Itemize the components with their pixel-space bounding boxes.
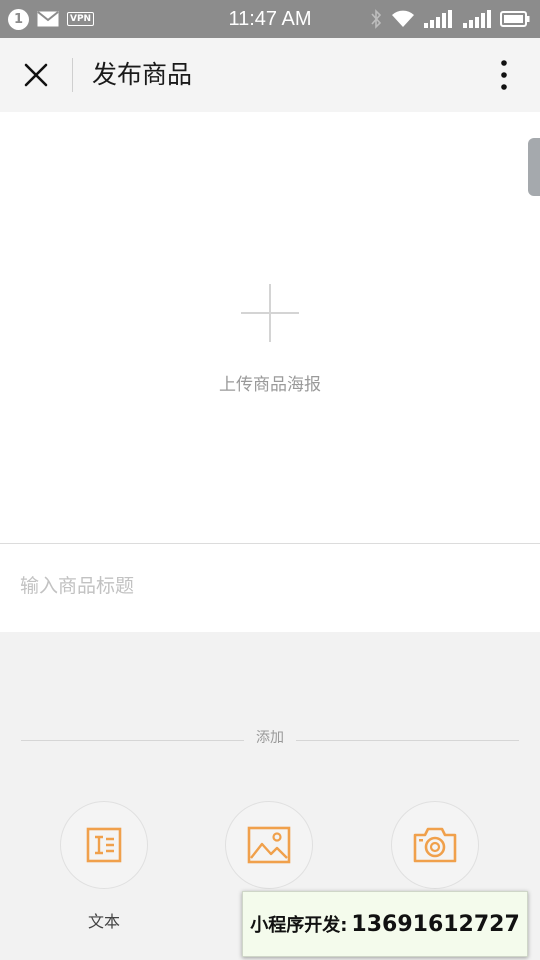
add-text-button[interactable]: [60, 801, 148, 889]
more-options-button[interactable]: [486, 56, 522, 94]
nav-bar: 发布商品: [0, 38, 540, 112]
status-bar: 1 VPN 11:47 AM: [0, 0, 540, 38]
text-icon: [86, 827, 122, 863]
add-camera-button[interactable]: [391, 801, 479, 889]
add-divider-left: [21, 740, 244, 741]
side-drag-handle[interactable]: [528, 138, 540, 196]
image-icon: [247, 826, 291, 864]
bluetooth-icon: [371, 9, 382, 29]
wifi-icon: [392, 10, 414, 27]
camera-icon: [413, 827, 457, 863]
signal-icon: [463, 10, 491, 28]
status-bar-right: [370, 8, 530, 30]
signal-icon: [424, 10, 452, 28]
watermark-phone: 13691612727: [351, 911, 520, 937]
product-title-input[interactable]: [20, 568, 520, 604]
poster-upload-area[interactable]: 上传商品海报: [0, 112, 540, 543]
poster-upload-label: 上传商品海报: [219, 375, 321, 395]
title-input-row: [0, 544, 540, 632]
add-divider-right: [296, 740, 519, 741]
nav-divider: [72, 58, 73, 92]
plus-icon: [241, 284, 299, 342]
page-title: 发布商品: [92, 60, 193, 89]
more-vertical-icon: [501, 60, 507, 90]
close-button[interactable]: [14, 52, 58, 98]
battery-icon: [500, 11, 530, 27]
add-image-button[interactable]: [225, 801, 313, 889]
add-section-label: 添加: [256, 730, 284, 746]
contact-watermark: 小程序开发: 13691612727: [242, 891, 528, 957]
add-text-label: 文本: [87, 912, 120, 931]
watermark-label: 小程序开发:: [250, 915, 348, 936]
close-icon: [24, 63, 48, 87]
